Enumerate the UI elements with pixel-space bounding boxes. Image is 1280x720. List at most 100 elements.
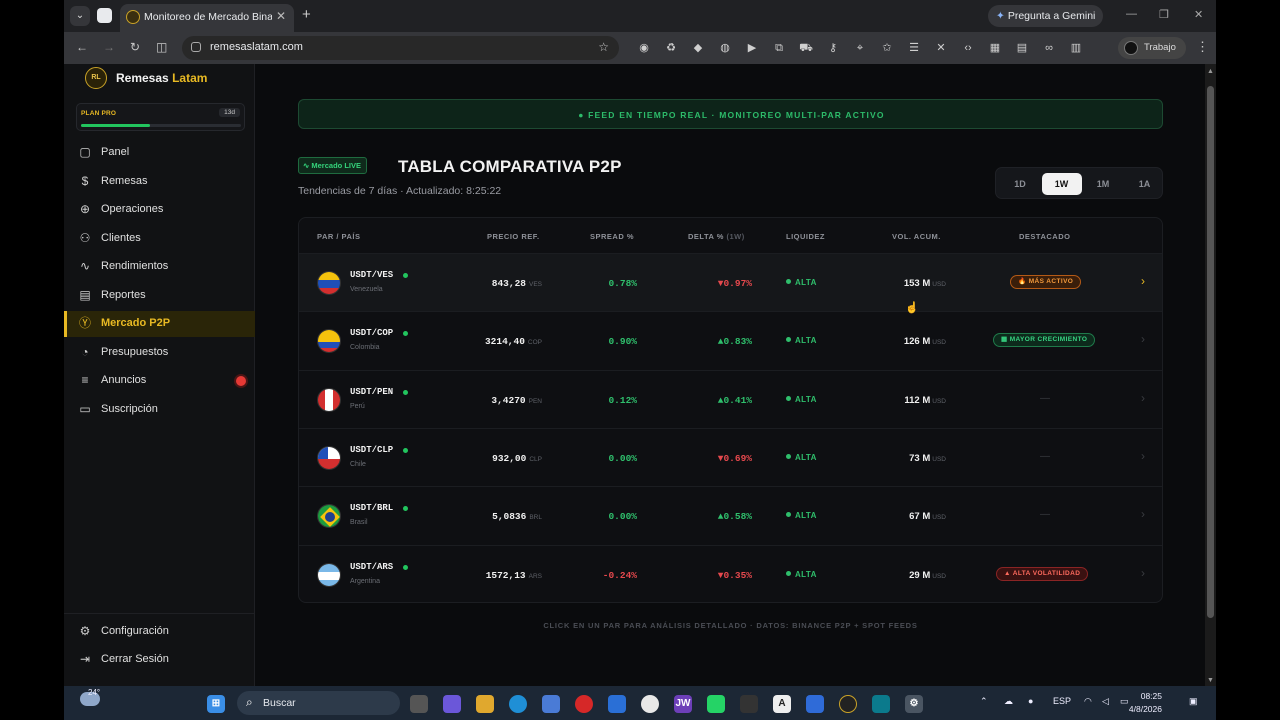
sidebar-item-suscripción[interactable]: ▭ Suscripción [64, 397, 255, 423]
microphone-icon[interactable]: ● [1028, 696, 1033, 706]
pair-name: USDT/ARS [350, 561, 394, 572]
sidebar-item-anuncios[interactable]: ≡ Anuncios [64, 368, 255, 394]
chevron-right-icon[interactable]: › [1141, 449, 1145, 463]
notification-icon[interactable]: ▣ [1189, 696, 1198, 707]
chrome-icon[interactable] [641, 695, 659, 713]
forward-icon[interactable]: → [103, 40, 115, 54]
sidebar-item-reportes[interactable]: ▤ Reportes [64, 283, 255, 309]
task-view-icon[interactable] [410, 695, 428, 713]
puzzle-ext-icon[interactable]: ♻ [664, 41, 678, 55]
table-row[interactable]: USDT/VES Venezuela 843,28 VES 0.78% ▼0.97% ALT… [299, 253, 1162, 311]
chevron-right-icon[interactable]: › [1141, 507, 1145, 521]
trash-icon[interactable]: ✕ [934, 41, 948, 55]
site-info-icon[interactable] [191, 42, 201, 52]
record-icon[interactable]: ◉ [637, 41, 651, 55]
back-icon[interactable]: ← [76, 40, 88, 54]
sidebar-item-configuracion[interactable]: ⚙ Configuración [64, 619, 255, 645]
list-icon[interactable]: ☰ [907, 41, 921, 55]
sidebar-item-operaciones[interactable]: ⊕ Operaciones [64, 197, 255, 223]
restore-icon[interactable]: ❐ [1159, 8, 1169, 21]
range-1a[interactable]: 1A [1125, 173, 1165, 195]
address-bar[interactable]: remesaslatam.com ☆ [182, 36, 619, 60]
location-icon[interactable]: ⌖ [853, 41, 867, 55]
scroll-up-icon[interactable]: ▲ [1207, 68, 1214, 75]
cast-icon[interactable]: ▶ [745, 41, 759, 55]
gemini-button[interactable]: ✦ Pregunta a Gemini [988, 5, 1104, 27]
brand-logo[interactable]: RL [85, 67, 107, 89]
link-icon[interactable]: ∞ [1042, 41, 1056, 55]
pinned-tab[interactable] [97, 8, 112, 23]
taskbar-clock[interactable]: 08:25 4/8/2026 [1118, 690, 1162, 716]
window-close-icon[interactable]: ✕ [1194, 8, 1203, 21]
browser-menu-icon[interactable]: ⋮ [1196, 39, 1209, 55]
sidebar-item-remesas[interactable]: $ Remesas [64, 169, 255, 195]
minimize-icon[interactable]: — [1126, 8, 1137, 20]
chevron-right-icon[interactable]: › [1141, 274, 1145, 288]
price-unit: PEN [528, 397, 542, 405]
key-icon[interactable]: ⚷ [826, 41, 840, 55]
range-1w[interactable]: 1W [1041, 173, 1082, 195]
scroll-down-icon[interactable]: ▼ [1207, 677, 1214, 684]
bookmark-star-icon[interactable]: ☆ [598, 40, 609, 54]
new-tab-icon[interactable]: + [302, 6, 311, 23]
table-row[interactable]: USDT/ARS Argentina 1572,13 ARS -0.24% ▼0.35% A… [299, 544, 1162, 603]
store-icon[interactable] [542, 695, 560, 713]
page-scrollbar[interactable]: ▲ ▼ [1205, 64, 1216, 686]
whatsapp-icon[interactable] [707, 695, 725, 713]
file-explorer-icon[interactable] [476, 695, 494, 713]
tab-close-icon[interactable]: ✕ [276, 9, 286, 23]
pair-name: USDT/CLP [350, 444, 394, 455]
sidebar-item-panel[interactable]: ▢ Panel [64, 140, 255, 166]
table-row[interactable]: USDT/BRL Brasil 5,0836 BRL 0.00% ▲0.58% ALTA 67… [299, 486, 1162, 544]
reload-icon[interactable]: ↻ [130, 40, 140, 54]
settings-app-icon[interactable]: ⚙ [905, 695, 923, 713]
star-icon[interactable]: ✩ [880, 41, 894, 55]
split-view-icon[interactable]: ◫ [156, 40, 167, 54]
wifi-icon[interactable]: ◠ [1084, 696, 1092, 707]
outlook-icon[interactable] [608, 695, 626, 713]
layout-icon[interactable]: ▦ [988, 41, 1002, 55]
extensions-icon[interactable]: ⧉ [772, 41, 786, 55]
sidepanel-icon[interactable]: ▥ [1069, 41, 1083, 55]
table-row[interactable]: USDT/COP Colombia 3214,40 COP 0.90% ▲0.83% ALT… [299, 311, 1162, 369]
drive-icon[interactable] [806, 695, 824, 713]
profile-button[interactable]: Trabajo [1118, 37, 1186, 59]
active-tab[interactable]: Monitoreo de Mercado Binance ✕ [120, 4, 294, 32]
media-icon[interactable]: ▤ [1015, 41, 1029, 55]
ext-icon[interactable]: ◍ [718, 41, 732, 55]
tag-icon[interactable]: ◆ [691, 41, 705, 55]
sidebar-item-mercado-p2p[interactable]: Ⓨ Mercado P2P [64, 311, 255, 337]
chevron-right-icon[interactable]: › [1141, 332, 1145, 346]
table-row[interactable]: USDT/PEN Perú 3,4270 PEN 0.12% ▲0.41% ALTA 112 … [299, 369, 1162, 428]
capcut-icon[interactable] [740, 695, 758, 713]
chevron-right-icon[interactable]: › [1141, 391, 1145, 405]
language-indicator[interactable]: ESP [1053, 696, 1071, 706]
price-value: 1572,13 [485, 569, 526, 581]
terminal-icon[interactable] [872, 695, 890, 713]
sidebar-item-presupuestos[interactable]: ◔ Presupuestos [64, 340, 255, 366]
edge-icon[interactable] [509, 695, 527, 713]
copilot-icon[interactable] [443, 695, 461, 713]
remesas-app-icon[interactable] [839, 695, 857, 713]
chevron-right-icon[interactable]: › [1141, 566, 1145, 580]
taskbar-search[interactable]: ⌕ Buscar [237, 691, 400, 715]
word-app-icon[interactable]: A [773, 695, 791, 713]
table-row[interactable]: USDT/CLP Chile 932,00 CLP 0.00% ▼0.69% ALTA 73 … [299, 427, 1162, 486]
opera-icon[interactable] [575, 695, 593, 713]
liquidity: ALTA [786, 511, 817, 520]
volume-icon[interactable]: ◁ [1102, 696, 1109, 707]
car-icon[interactable]: ⛟ [799, 41, 813, 55]
tab-search-icon[interactable]: ⌄ [70, 6, 90, 26]
tray-chevron-icon[interactable]: ⌃ [980, 696, 988, 707]
spread-value: -0.24% [602, 569, 637, 581]
onedrive-icon[interactable]: ☁ [1004, 696, 1013, 707]
range-1d[interactable]: 1D [1000, 173, 1040, 195]
code-icon[interactable]: ‹› [961, 41, 975, 55]
sidebar-item-logout[interactable]: ⇥ Cerrar Sesión [64, 647, 255, 673]
start-icon[interactable]: ⊞ [207, 695, 225, 713]
range-1m[interactable]: 1M [1083, 173, 1123, 195]
sidebar-item-rendimientos[interactable]: ∿ Rendimientos [64, 254, 255, 280]
jw-app-icon[interactable]: JW [674, 695, 692, 713]
sidebar-item-clientes[interactable]: ⚇ Clientes [64, 226, 255, 252]
scroll-thumb[interactable] [1207, 86, 1214, 618]
